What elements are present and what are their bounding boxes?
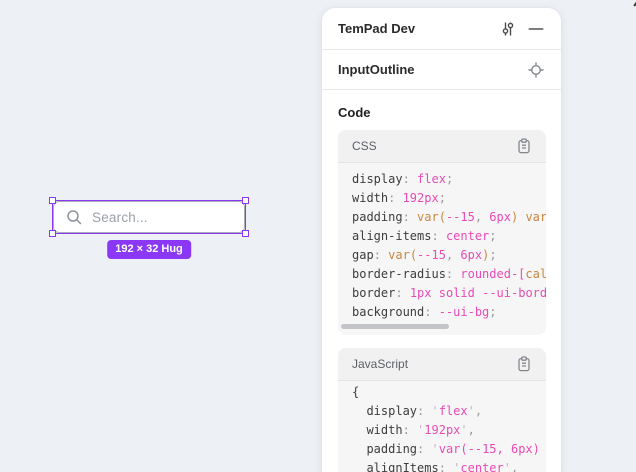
- search-icon: [66, 209, 83, 226]
- scrollbar-thumb[interactable]: [341, 324, 449, 329]
- panel-header: TemPad Dev: [322, 8, 561, 50]
- resize-handle-top-left[interactable]: [49, 197, 56, 204]
- code-blocks: CSS display: flex;width: 192px;padding: …: [322, 130, 561, 472]
- code-block-title: CSS: [352, 139, 513, 153]
- code-block-header: JavaScript: [338, 348, 546, 381]
- locate-node-icon[interactable]: [525, 59, 547, 81]
- horizontal-scrollbar[interactable]: [338, 322, 546, 335]
- search-input[interactable]: Search...: [53, 201, 245, 233]
- selected-node-name: InputOutline: [338, 62, 525, 77]
- search-placeholder: Search...: [92, 210, 148, 225]
- minimize-icon[interactable]: [525, 18, 547, 40]
- code-block: JavaScript { display: 'flex', width: '19…: [338, 348, 546, 472]
- code-content[interactable]: { display: 'flex', width: '192px', paddi…: [338, 381, 546, 472]
- code-block-title: JavaScript: [352, 357, 513, 371]
- copy-icon[interactable]: [513, 135, 535, 157]
- figma-canvas[interactable]: Search... 192 × 32 Hug TemPad Dev: [0, 0, 636, 472]
- selected-frame[interactable]: Search... 192 × 32 Hug: [53, 201, 245, 233]
- resize-handle-bottom-left[interactable]: [49, 230, 56, 237]
- code-block: CSS display: flex;width: 192px;padding: …: [338, 130, 546, 335]
- code-content[interactable]: display: flex;width: 192px;padding: var(…: [338, 163, 546, 322]
- copy-icon[interactable]: [513, 353, 535, 375]
- resize-handle-top-right[interactable]: [242, 197, 249, 204]
- code-block-header: CSS: [338, 130, 546, 163]
- panel-title: TemPad Dev: [338, 21, 497, 36]
- size-badge: 192 × 32 Hug: [107, 240, 191, 259]
- tempad-dev-panel: TemPad Dev InputOutline: [322, 8, 561, 472]
- resize-handle-bottom-right[interactable]: [242, 230, 249, 237]
- preferences-sliders-icon[interactable]: [497, 18, 519, 40]
- selected-node-row: InputOutline: [322, 50, 561, 90]
- code-section-label: Code: [338, 105, 545, 120]
